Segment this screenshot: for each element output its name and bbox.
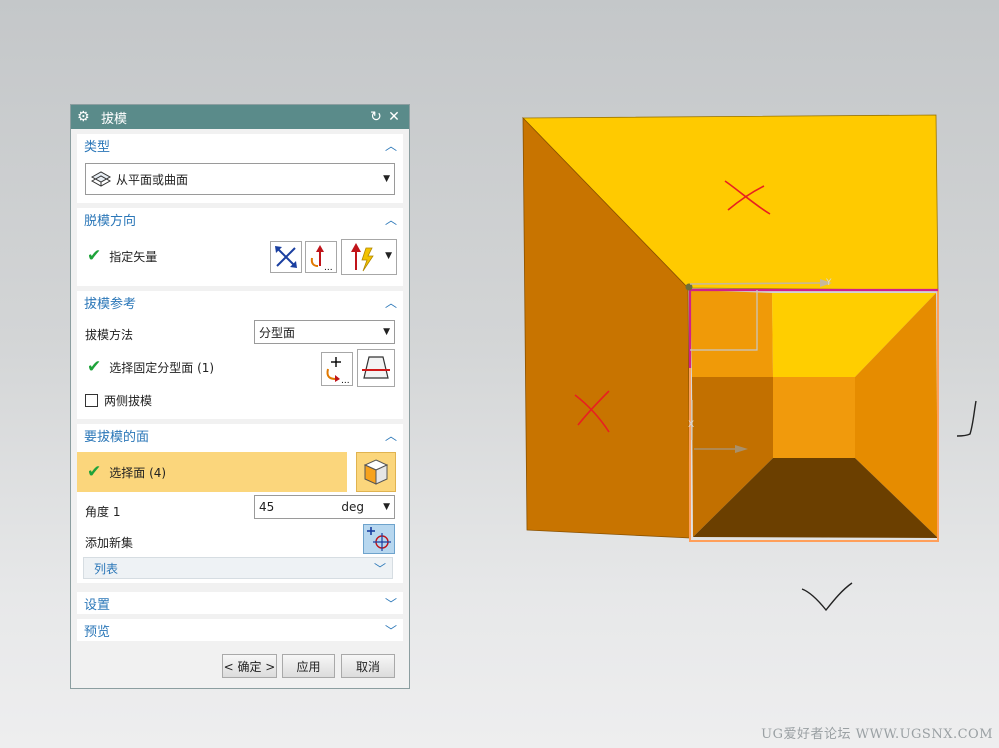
dialog-titlebar: ⚙ 拔模 ↻ ✕ <box>71 105 409 129</box>
dropdown-arrow-icon: ▼ <box>383 327 390 337</box>
chevron-down-icon: ﹀ <box>373 561 386 576</box>
list-section-title: 列表 <box>94 561 119 576</box>
inferred-vector-dropdown[interactable]: ▼ <box>341 239 397 275</box>
angle-label: 角度 1 <box>85 505 121 519</box>
draft-dialog: ⚙ 拔模 ↻ ✕ 类型 ︿ 从平面或曲面 ▼ 脱模方向 ︿ ✔ 指定矢量 ...… <box>70 104 410 689</box>
type-group-header[interactable]: 类型 ︿ <box>77 134 403 156</box>
both-sides-checkbox[interactable] <box>85 394 98 407</box>
svg-text:...: ... <box>341 376 350 385</box>
angle-input[interactable]: 45 deg ▼ <box>254 495 395 519</box>
direction-group-header[interactable]: 脱模方向 ︿ <box>77 208 403 230</box>
cancel-button[interactable]: 取消 <box>341 654 395 678</box>
csys-y-axis <box>689 282 821 285</box>
add-parting-face-button[interactable]: ... <box>321 352 353 386</box>
faces-group-header[interactable]: 要拔模的面 ︿ <box>77 424 403 446</box>
faces-group: 要拔模的面 ︿ ✔ 选择面 (4) 角度 1 45 deg ▼ 添加新集 列表 … <box>77 424 403 583</box>
type-select-value: 从平面或曲面 <box>116 172 189 187</box>
svg-text:...: ... <box>324 263 333 272</box>
parting-face-icon <box>362 356 390 379</box>
chevron-down-icon: ﹀ <box>384 623 397 638</box>
add-curve-icon: ... <box>326 357 350 386</box>
preview-group-header[interactable]: 预览 ﹀ <box>77 619 403 641</box>
both-sides-row[interactable]: 两侧拔模 <box>85 392 152 409</box>
cavity-back-face[interactable] <box>773 377 855 458</box>
type-select[interactable]: 从平面或曲面 ▼ <box>85 163 395 195</box>
fixed-parting-face-row[interactable]: ✔ 选择固定分型面 (1) <box>87 357 214 377</box>
forum-watermark: UG爱好者论坛 WWW.UGSNX.COM <box>761 727 993 742</box>
chevron-up-icon: ︿ <box>384 295 397 310</box>
black-check-stroke <box>801 582 853 612</box>
add-set-icon <box>367 527 391 551</box>
select-face-label: 选择面 (4) <box>109 465 167 480</box>
preview-group-title: 预览 <box>84 624 111 640</box>
settings-group-header[interactable]: 设置 ﹀ <box>77 592 403 614</box>
faces-group-title: 要拔模的面 <box>84 429 150 445</box>
add-new-set-button[interactable] <box>363 524 395 554</box>
angle-unit: deg <box>341 500 364 514</box>
ok-button[interactable]: < 确定 > <box>222 654 277 678</box>
parting-face-button[interactable] <box>357 349 395 387</box>
checkmark-icon: ✔ <box>87 462 102 482</box>
add-new-set-label: 添加新集 <box>85 536 134 550</box>
vector-dialog-button[interactable]: ... <box>305 241 337 273</box>
chevron-up-icon: ︿ <box>384 138 397 153</box>
both-sides-label: 两侧拔模 <box>104 394 153 408</box>
direction-group-title: 脱模方向 <box>84 213 137 229</box>
reference-group: 拔模参考 ︿ 拔模方法 分型面 ▼ ✔ 选择固定分型面 (1) ... 两侧拔模 <box>77 291 403 419</box>
vector-x-label: X <box>688 420 694 430</box>
dialog-title: 拔模 <box>101 111 128 127</box>
specify-vector-label: 指定矢量 <box>109 249 158 264</box>
reset-icon[interactable]: ↻ <box>367 109 385 125</box>
plane-face-icon <box>90 171 112 187</box>
reference-group-header[interactable]: 拔模参考 ︿ <box>77 291 403 313</box>
reverse-direction-icon <box>275 246 297 268</box>
fixed-parting-face-label: 选择固定分型面 (1) <box>109 360 215 375</box>
vector-constructor-icon: ... <box>310 245 333 273</box>
angle-value: 45 <box>259 500 275 514</box>
inferred-vector-icon <box>351 243 374 272</box>
close-icon[interactable]: ✕ <box>385 109 403 125</box>
select-face-row[interactable]: ✔ 选择面 (4) <box>77 452 347 492</box>
type-group: 类型 ︿ 从平面或曲面 ▼ <box>77 134 403 203</box>
cavity-left-wall[interactable] <box>690 290 773 377</box>
black-stroke-right <box>956 400 977 437</box>
direction-group: 脱模方向 ︿ ✔ 指定矢量 ... ▼ <box>77 208 403 286</box>
csys-y-label: Y <box>825 278 832 288</box>
settings-group[interactable]: 设置 ﹀ <box>77 592 403 614</box>
apply-button[interactable]: 应用 <box>282 654 335 678</box>
reference-group-title: 拔模参考 <box>84 296 137 312</box>
chevron-up-icon: ︿ <box>384 428 397 443</box>
select-face-button[interactable] <box>356 452 396 492</box>
dropdown-arrow-icon: ▼ <box>383 502 390 512</box>
settings-group-title: 设置 <box>84 597 111 613</box>
checkmark-icon: ✔ <box>87 357 102 377</box>
specify-vector-row: ✔ 指定矢量 <box>87 246 157 266</box>
draft-method-label: 拔模方法 <box>85 328 134 342</box>
list-section-header[interactable]: 列表 ﹀ <box>83 557 393 579</box>
type-group-title: 类型 <box>84 139 111 155</box>
dropdown-arrow-icon: ▼ <box>385 251 392 261</box>
dropdown-arrow-icon: ▼ <box>383 174 390 184</box>
preview-group[interactable]: 预览 ﹀ <box>77 619 403 641</box>
checkmark-icon: ✔ <box>87 246 102 266</box>
gear-icon: ⚙ <box>77 109 90 125</box>
cube-face-icon <box>363 459 389 485</box>
chevron-up-icon: ︿ <box>384 212 397 227</box>
draft-method-value: 分型面 <box>259 325 296 340</box>
draft-method-select[interactable]: 分型面 ▼ <box>254 320 395 344</box>
chevron-down-icon: ﹀ <box>384 596 397 611</box>
reverse-direction-button[interactable] <box>270 241 302 273</box>
